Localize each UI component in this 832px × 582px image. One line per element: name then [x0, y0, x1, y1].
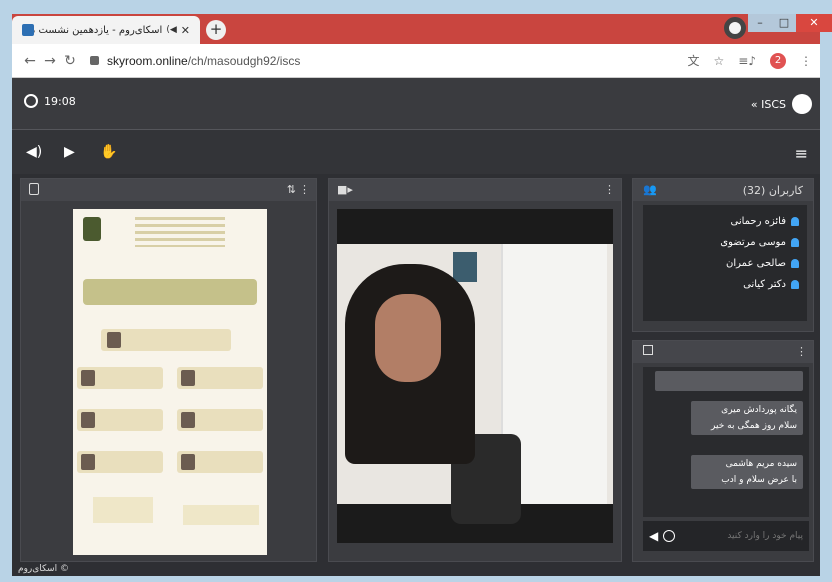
browser-tab[interactable]: ✕ ◀) اسکای‌روم - یازدهمین نشست مشاو...	[12, 16, 200, 44]
new-tab-button[interactable]: +	[206, 20, 226, 40]
users-icon: 👥	[643, 183, 657, 196]
chat-message: یگانه پوردادش میری سلام روز همگی به خیر	[691, 401, 803, 435]
user-icon	[791, 238, 799, 247]
minimize-button[interactable]: –	[748, 14, 772, 32]
reload-icon[interactable]: ↻	[60, 53, 80, 69]
maximize-button[interactable]: □	[772, 14, 796, 32]
close-window-button[interactable]: ✕	[796, 14, 832, 32]
user-item[interactable]: فائزه رحمانی	[651, 211, 799, 232]
favicon-icon	[22, 24, 34, 36]
user-icon	[791, 280, 799, 289]
user-name: دکتر کیانی	[743, 279, 786, 290]
user-name: فائزه رحمانی	[730, 216, 786, 227]
speaker-icon[interactable]: ◀)	[26, 144, 42, 160]
raise-hand-icon[interactable]: ✋	[100, 144, 117, 160]
panel-options-icon[interactable]: ⋮	[604, 183, 615, 196]
chat-input[interactable]	[675, 531, 803, 541]
users-panel: 👥 کاربران (32) فائزه رحمانی موسی مرتضوی …	[632, 178, 814, 332]
emoji-icon[interactable]	[663, 530, 676, 542]
presenter-face	[375, 294, 441, 382]
forward-icon[interactable]: →	[40, 53, 60, 69]
app-controls: ◀) ▶ ✋ ≡	[12, 130, 820, 174]
page-switch-icon[interactable]: ⇅	[287, 183, 296, 196]
chat-author: سیده مریم هاشمی	[725, 459, 797, 469]
video-panel: ■▸ ⋮	[328, 178, 622, 562]
video-icon: ■▸	[337, 183, 353, 196]
address-bar[interactable]: skyroom.online/ch/masoudgh92/iscs	[90, 54, 300, 68]
presentation-panel: ⇅ ⋮	[20, 178, 317, 562]
panel-options-icon[interactable]: ⋮	[299, 183, 310, 196]
poster-photo	[181, 454, 195, 470]
room-name: « ISCS	[750, 98, 786, 111]
send-icon[interactable]: ◀	[649, 529, 658, 543]
video-header: ■▸ ⋮	[329, 179, 621, 201]
media-queue-icon[interactable]: ≡♪	[738, 54, 756, 68]
poster-banner	[83, 279, 257, 305]
url-host: skyroom.online	[107, 53, 188, 68]
user-item[interactable]: دکتر کیانی	[651, 274, 799, 295]
browser-toolbar: ← → ↻ skyroom.online/ch/masoudgh92/iscs …	[12, 44, 820, 78]
clock-time: 19:08	[44, 94, 76, 108]
chat-header: ⋮	[633, 341, 813, 363]
poster-logo	[83, 217, 101, 241]
poster-photo	[81, 370, 95, 386]
poster-photo	[181, 412, 195, 428]
window-controls: – □ ✕	[748, 14, 832, 38]
chat-text: سلام روز همگی به خیر	[711, 421, 797, 431]
poster-photo	[81, 412, 95, 428]
presenter-figure	[337, 244, 521, 524]
chat-messages: یگانه پوردادش میری سلام روز همگی به خیر …	[643, 367, 809, 517]
user-name: صالحی عمران	[726, 258, 786, 269]
app-topbar: 19:08 « ISCS	[12, 78, 820, 130]
presentation-header: ⇅ ⋮	[21, 179, 316, 201]
app-footer: اسکای‌روم ©	[18, 564, 69, 574]
lock-icon	[90, 56, 99, 65]
poster-photo	[107, 332, 121, 348]
panel-options-icon[interactable]: ⋮	[796, 345, 807, 358]
user-account-icon[interactable]	[792, 94, 812, 114]
clock: 19:08	[24, 94, 76, 108]
poster-footer-block	[93, 497, 153, 523]
menu-icon[interactable]: ≡	[795, 144, 808, 163]
chat-message: سیده مریم هاشمی با عرض سلام و ادب	[691, 455, 803, 489]
presentation-icon	[29, 183, 39, 195]
chat-input-bar: ◀	[643, 521, 809, 551]
user-icon	[791, 217, 799, 226]
webcam-stream	[337, 209, 613, 543]
poster-photo	[181, 370, 195, 386]
poster-photo	[81, 454, 95, 470]
chat-icon	[643, 345, 653, 355]
bookmark-star-icon[interactable]: ☆	[714, 54, 725, 68]
browser-profile-icon[interactable]	[724, 17, 746, 39]
play-icon[interactable]: ▶	[64, 144, 75, 160]
clock-icon	[24, 94, 38, 108]
chat-panel: ⋮ یگانه پوردادش میری سلام روز همگی به خی…	[632, 340, 814, 562]
chat-author: یگانه پوردادش میری	[721, 405, 797, 415]
users-list: فائزه رحمانی موسی مرتضوی صالحی عمران دکت…	[643, 205, 807, 321]
user-name: موسی مرتضوی	[720, 237, 786, 248]
poster-header-lines	[135, 217, 225, 247]
back-icon[interactable]: ←	[20, 53, 40, 69]
url-path: /ch/masoudgh92/iscs	[187, 53, 301, 68]
chat-text: با عرض سلام و ادب	[721, 475, 797, 485]
users-header: 👥 کاربران (32)	[633, 179, 813, 201]
tab-title: اسکای‌روم - یازدهمین نشست مشاو...	[34, 24, 163, 36]
tab-audio-icon[interactable]: ◀)	[166, 25, 176, 35]
chat-message	[655, 371, 803, 391]
url-text: skyroom.online/ch/masoudgh92/iscs	[107, 54, 300, 68]
slide-poster	[73, 209, 267, 555]
translate-icon[interactable]: 文	[688, 52, 700, 69]
browser-menu-icon[interactable]: ⋮	[800, 54, 812, 68]
skyroom-app: 19:08 « ISCS ◀) ▶ ✋ ≡ ⇅ ⋮ ■▸ ⋮ 👥 کاربران…	[12, 78, 820, 576]
users-count: کاربران (32)	[742, 184, 803, 197]
user-icon	[791, 259, 799, 268]
poster-footer-block	[183, 505, 259, 525]
profile-badge[interactable]: 2	[770, 52, 786, 69]
close-tab-icon[interactable]: ✕	[181, 24, 190, 37]
user-item[interactable]: موسی مرتضوی	[651, 232, 799, 253]
user-item[interactable]: صالحی عمران	[651, 253, 799, 274]
